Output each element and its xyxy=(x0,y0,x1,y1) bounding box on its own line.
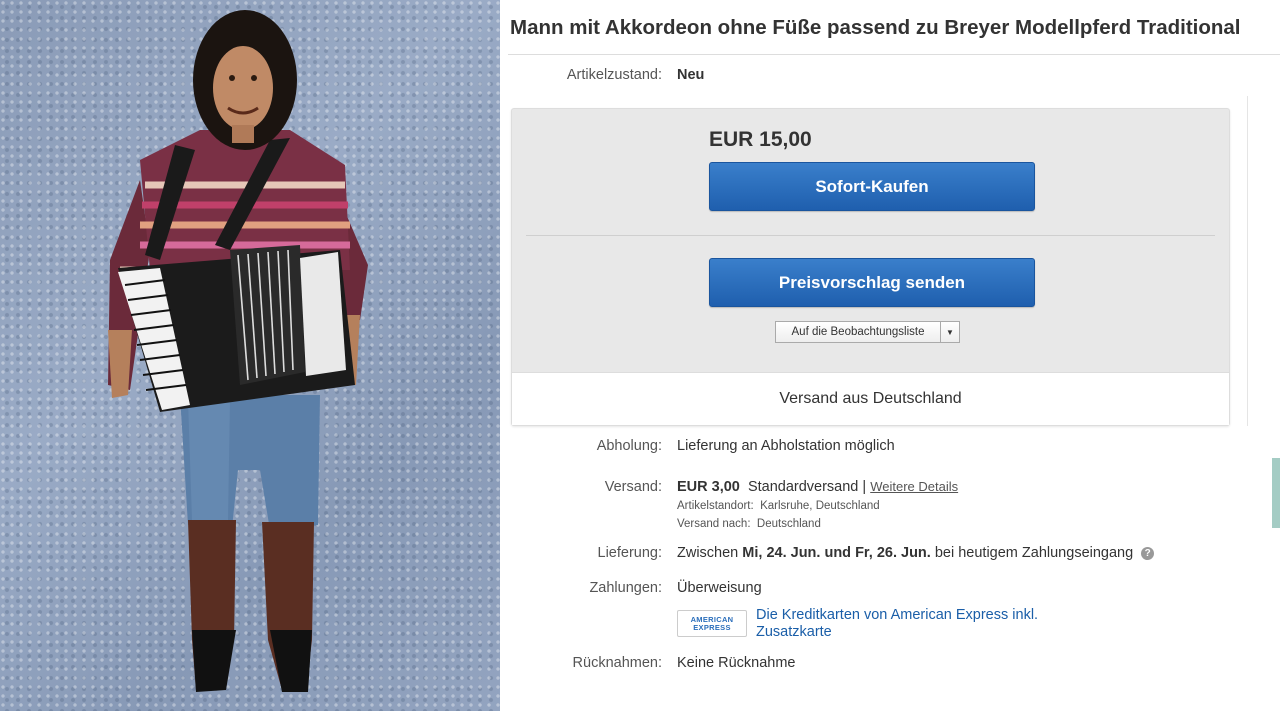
chevron-down-icon[interactable]: ▼ xyxy=(940,322,959,342)
shipping-line: EUR 3,00 Standardversand | Weitere Detai… xyxy=(677,479,958,495)
shipping-method: Standardversand xyxy=(747,479,859,495)
delivery-label: Lieferung: xyxy=(597,545,663,561)
add-to-watchlist-button[interactable]: Auf die Beobachtungsliste ▼ xyxy=(775,321,960,343)
ships-to-label: Versand nach: xyxy=(677,518,751,530)
listing-panel: Mann mit Akkordeon ohne Füße passend zu … xyxy=(500,0,1280,711)
delivery-prefix: Zwischen xyxy=(677,545,739,561)
shipping-label: Versand: xyxy=(604,479,662,495)
title-divider xyxy=(508,54,1280,55)
american-express-logo-icon: AMERICAN EXPRESS xyxy=(677,610,747,637)
returns-label: Rücknahmen: xyxy=(572,655,662,671)
price: EUR 15,00 xyxy=(709,128,812,151)
delivery-line: Zwischen Mi, 24. Jun. und Fr, 26. Jun. b… xyxy=(677,545,1155,561)
amex-line2: EXPRESS xyxy=(693,622,731,632)
watchlist-label[interactable]: Auf die Beobachtungsliste xyxy=(776,322,940,342)
product-image[interactable] xyxy=(0,0,500,711)
buybox-divider xyxy=(526,235,1215,236)
accordion-man-figure-illustration xyxy=(108,10,368,692)
item-location: Artikelstandort: Karlsruhe, Deutschland xyxy=(677,500,880,512)
payments-label: Zahlungen: xyxy=(589,580,662,596)
buy-box: EUR 15,00 Sofort-Kaufen Preisvorschlag s… xyxy=(511,108,1230,426)
condition-label: Artikelzustand: xyxy=(566,67,662,83)
condition-value: Neu xyxy=(677,67,705,83)
amex-info-link[interactable]: Die Kreditkarten von American Express in… xyxy=(756,607,1086,641)
edge-artifact xyxy=(1272,458,1280,528)
scroll-divider xyxy=(1247,96,1248,426)
shipping-separator: | xyxy=(862,479,867,495)
payments-value: Überweisung xyxy=(677,580,762,596)
ships-from: Versand aus Deutschland xyxy=(512,372,1229,425)
pickup-value: Lieferung an Abholstation möglich xyxy=(677,438,895,454)
item-location-label: Artikelstandort: xyxy=(677,500,754,512)
shipping-price: EUR 3,00 xyxy=(677,479,740,495)
pickup-label: Abholung: xyxy=(596,438,662,454)
returns-value: Keine Rücknahme xyxy=(677,655,796,671)
ships-to-value: Deutschland xyxy=(756,518,821,530)
make-offer-button[interactable]: Preisvorschlag senden xyxy=(709,258,1035,307)
delivery-range: Mi, 24. Jun. und Fr, 26. Jun. xyxy=(742,545,931,561)
delivery-suffix: bei heutigem Zahlungseingang xyxy=(934,545,1134,561)
item-location-value: Karlsruhe, Deutschland xyxy=(760,500,880,512)
help-icon[interactable]: ? xyxy=(1141,546,1155,560)
listing-title: Mann mit Akkordeon ohne Füße passend zu … xyxy=(510,16,1241,39)
buy-now-button[interactable]: Sofort-Kaufen xyxy=(709,162,1035,211)
shipping-details-link[interactable]: Weitere Details xyxy=(870,479,958,494)
ships-to: Versand nach: Deutschland xyxy=(677,518,821,530)
